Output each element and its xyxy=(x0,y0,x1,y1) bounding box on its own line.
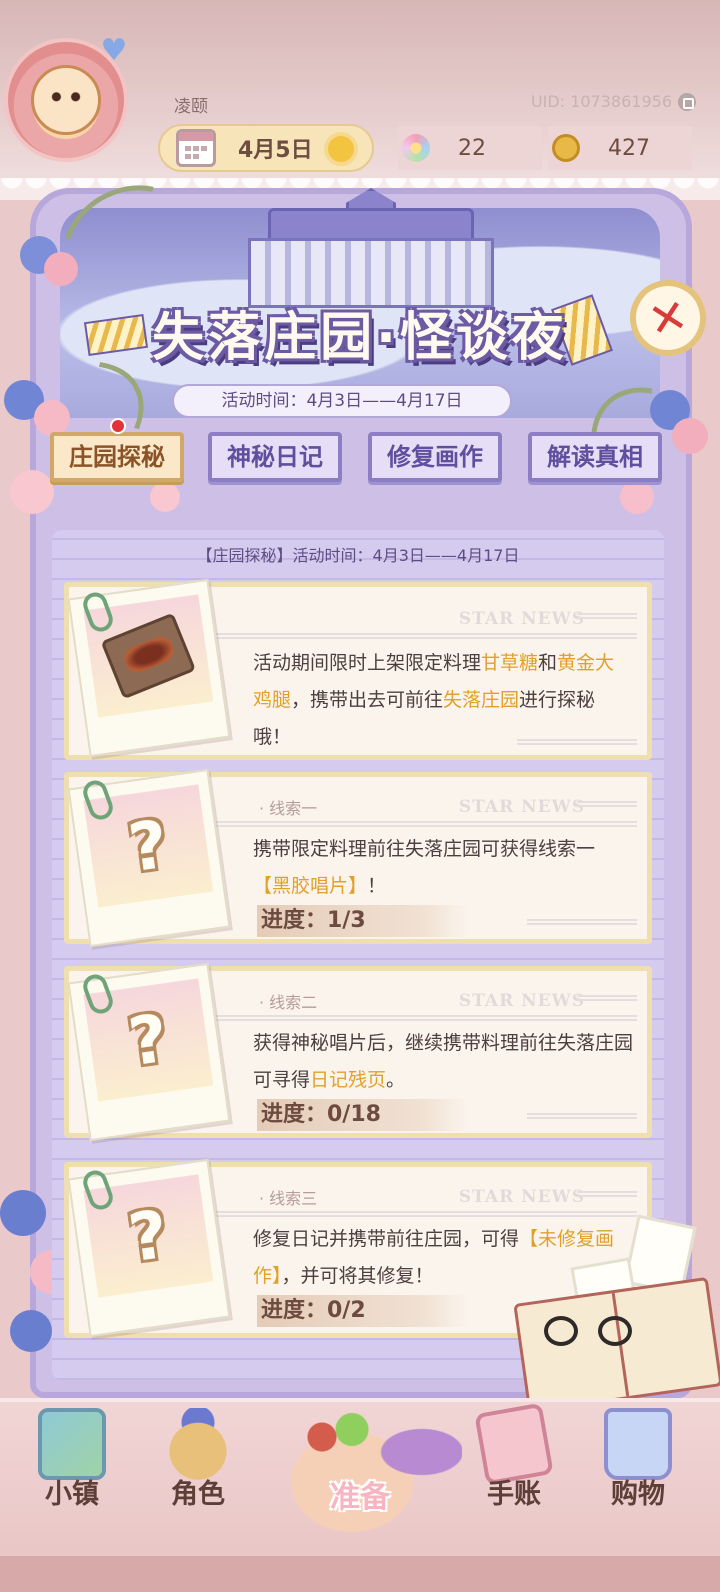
clue-text: 获得神秘唱片后，继续携带料理前往失落庄园可寻得日记残页。 xyxy=(253,1025,633,1099)
progress-indicator: 进度：1/3 xyxy=(257,905,467,937)
flower-decoration xyxy=(150,482,180,512)
coin-icon xyxy=(552,134,580,162)
progress-indicator: 进度：0/2 xyxy=(257,1295,467,1327)
decor-lines xyxy=(197,1209,637,1217)
tab-manor-explore[interactable]: 庄园探秘 xyxy=(50,432,184,482)
flower-icon xyxy=(402,134,430,162)
player-name: 凌颐 xyxy=(174,97,208,117)
clue-label: · 线索二 xyxy=(259,993,318,1012)
section-header: 【庄园探秘】活动时间：4月3日——4月17日 xyxy=(196,546,520,565)
nav-label: 准备 xyxy=(330,1480,390,1515)
uid-text: UID: 1073861956 xyxy=(530,92,672,111)
question-mark-icon: ? xyxy=(123,1195,173,1277)
notification-dot xyxy=(110,418,126,434)
flower-currency[interactable]: 22 xyxy=(398,126,542,170)
bow-icon: ♥ xyxy=(100,33,128,68)
highlight-text: 失落庄园 xyxy=(443,689,520,711)
mansion-roof xyxy=(268,208,474,242)
progress-indicator: 进度：0/18 xyxy=(257,1099,467,1131)
clue-text: 携带限定料理前往失落庄园可获得线索一【黑胶唱片】！ xyxy=(253,831,633,905)
text: ，携带出去可前往 xyxy=(291,689,444,711)
glasses-decoration xyxy=(540,1310,640,1350)
flower-count: 22 xyxy=(458,135,486,161)
star-news-label: STAR NEWS xyxy=(458,1187,585,1207)
flower-decoration xyxy=(672,418,708,454)
coin-currency[interactable]: 427 xyxy=(548,126,692,170)
sun-icon xyxy=(328,136,354,162)
nav-label: 小镇 xyxy=(45,1479,99,1510)
decor-lines xyxy=(197,819,637,827)
star-news-label: STAR NEWS xyxy=(458,609,585,629)
highlight-text: 日记残页 xyxy=(310,1069,387,1091)
map-icon xyxy=(38,1408,106,1480)
mansion-illustration xyxy=(248,188,494,308)
nav-journal[interactable]: 手账 xyxy=(454,1400,574,1540)
lens xyxy=(598,1316,632,1346)
flower-decoration xyxy=(34,400,70,436)
nav-character[interactable]: 角色 xyxy=(138,1400,258,1540)
star-news-label: STAR NEWS xyxy=(458,991,585,1011)
decor-lines xyxy=(577,799,637,807)
copy-icon[interactable] xyxy=(678,92,696,111)
calendar-icon xyxy=(176,129,216,167)
nav-prepare[interactable]: 准备 xyxy=(300,1400,420,1540)
text: ，并可将其修复！ xyxy=(281,1265,434,1287)
nav-label: 角色 xyxy=(171,1479,225,1510)
text: ！ xyxy=(367,875,387,897)
clue-label: · 线索一 xyxy=(259,799,318,818)
nav-shopping[interactable]: 购物 xyxy=(578,1400,698,1540)
clue-label: · 线索三 xyxy=(259,1189,318,1208)
question-mark-icon: ? xyxy=(123,805,173,887)
decor-lines xyxy=(577,993,637,1001)
flower-decoration xyxy=(44,252,78,286)
avatar-face xyxy=(31,65,101,135)
decor-lines xyxy=(197,1013,637,1021)
player-uid: UID: 1073861956 xyxy=(531,92,696,111)
decor-lines xyxy=(577,611,637,619)
star-news-label: STAR NEWS xyxy=(458,797,585,817)
decor-lines xyxy=(577,1189,637,1197)
flower-decoration xyxy=(0,1190,46,1236)
flower-decoration xyxy=(10,1310,52,1352)
close-icon: ✕ xyxy=(643,287,693,349)
date-display: 4月5日 xyxy=(158,124,374,172)
lens xyxy=(544,1316,578,1346)
character-icon xyxy=(164,1408,232,1480)
text: 活动期间限时上架限定料理 xyxy=(253,652,482,674)
bottom-strip xyxy=(0,1556,720,1592)
text: 。 xyxy=(386,1069,406,1091)
flower-decoration xyxy=(620,480,654,514)
decor-lines xyxy=(527,917,637,925)
nav-label: 手账 xyxy=(487,1479,541,1510)
coin-count: 427 xyxy=(608,135,650,161)
text: 携带限定料理前往失落庄园可获得线索一 xyxy=(253,838,596,860)
decor-lines xyxy=(197,631,637,639)
highlight-text: 甘草糖 xyxy=(481,652,539,674)
text: 和 xyxy=(538,652,558,674)
date-text: 4月5日 xyxy=(238,138,313,163)
nav-town[interactable]: 小镇 xyxy=(12,1400,132,1540)
event-title: 失落庄园·怪谈夜 xyxy=(152,308,568,368)
highlight-text: 【黑胶唱片】 xyxy=(253,875,368,897)
flower-decoration xyxy=(10,470,54,514)
tab-decode-truth[interactable]: 解读真相 xyxy=(528,432,662,482)
tab-mystery-diary[interactable]: 神秘日记 xyxy=(208,432,342,482)
shopping-bag-icon xyxy=(604,1408,672,1480)
food-box-icon xyxy=(100,612,197,700)
tab-restore-painting[interactable]: 修复画作 xyxy=(368,432,502,482)
decor-lines xyxy=(527,1111,637,1119)
question-mark-icon: ? xyxy=(123,999,173,1081)
event-time: 活动时间：4月3日——4月17日 xyxy=(172,384,512,418)
avatar[interactable]: ♥ xyxy=(4,36,128,162)
text: 修复日记并携带前往庄园，可得 xyxy=(253,1228,520,1250)
nav-label: 购物 xyxy=(611,1479,665,1510)
decor-lines xyxy=(517,737,637,745)
